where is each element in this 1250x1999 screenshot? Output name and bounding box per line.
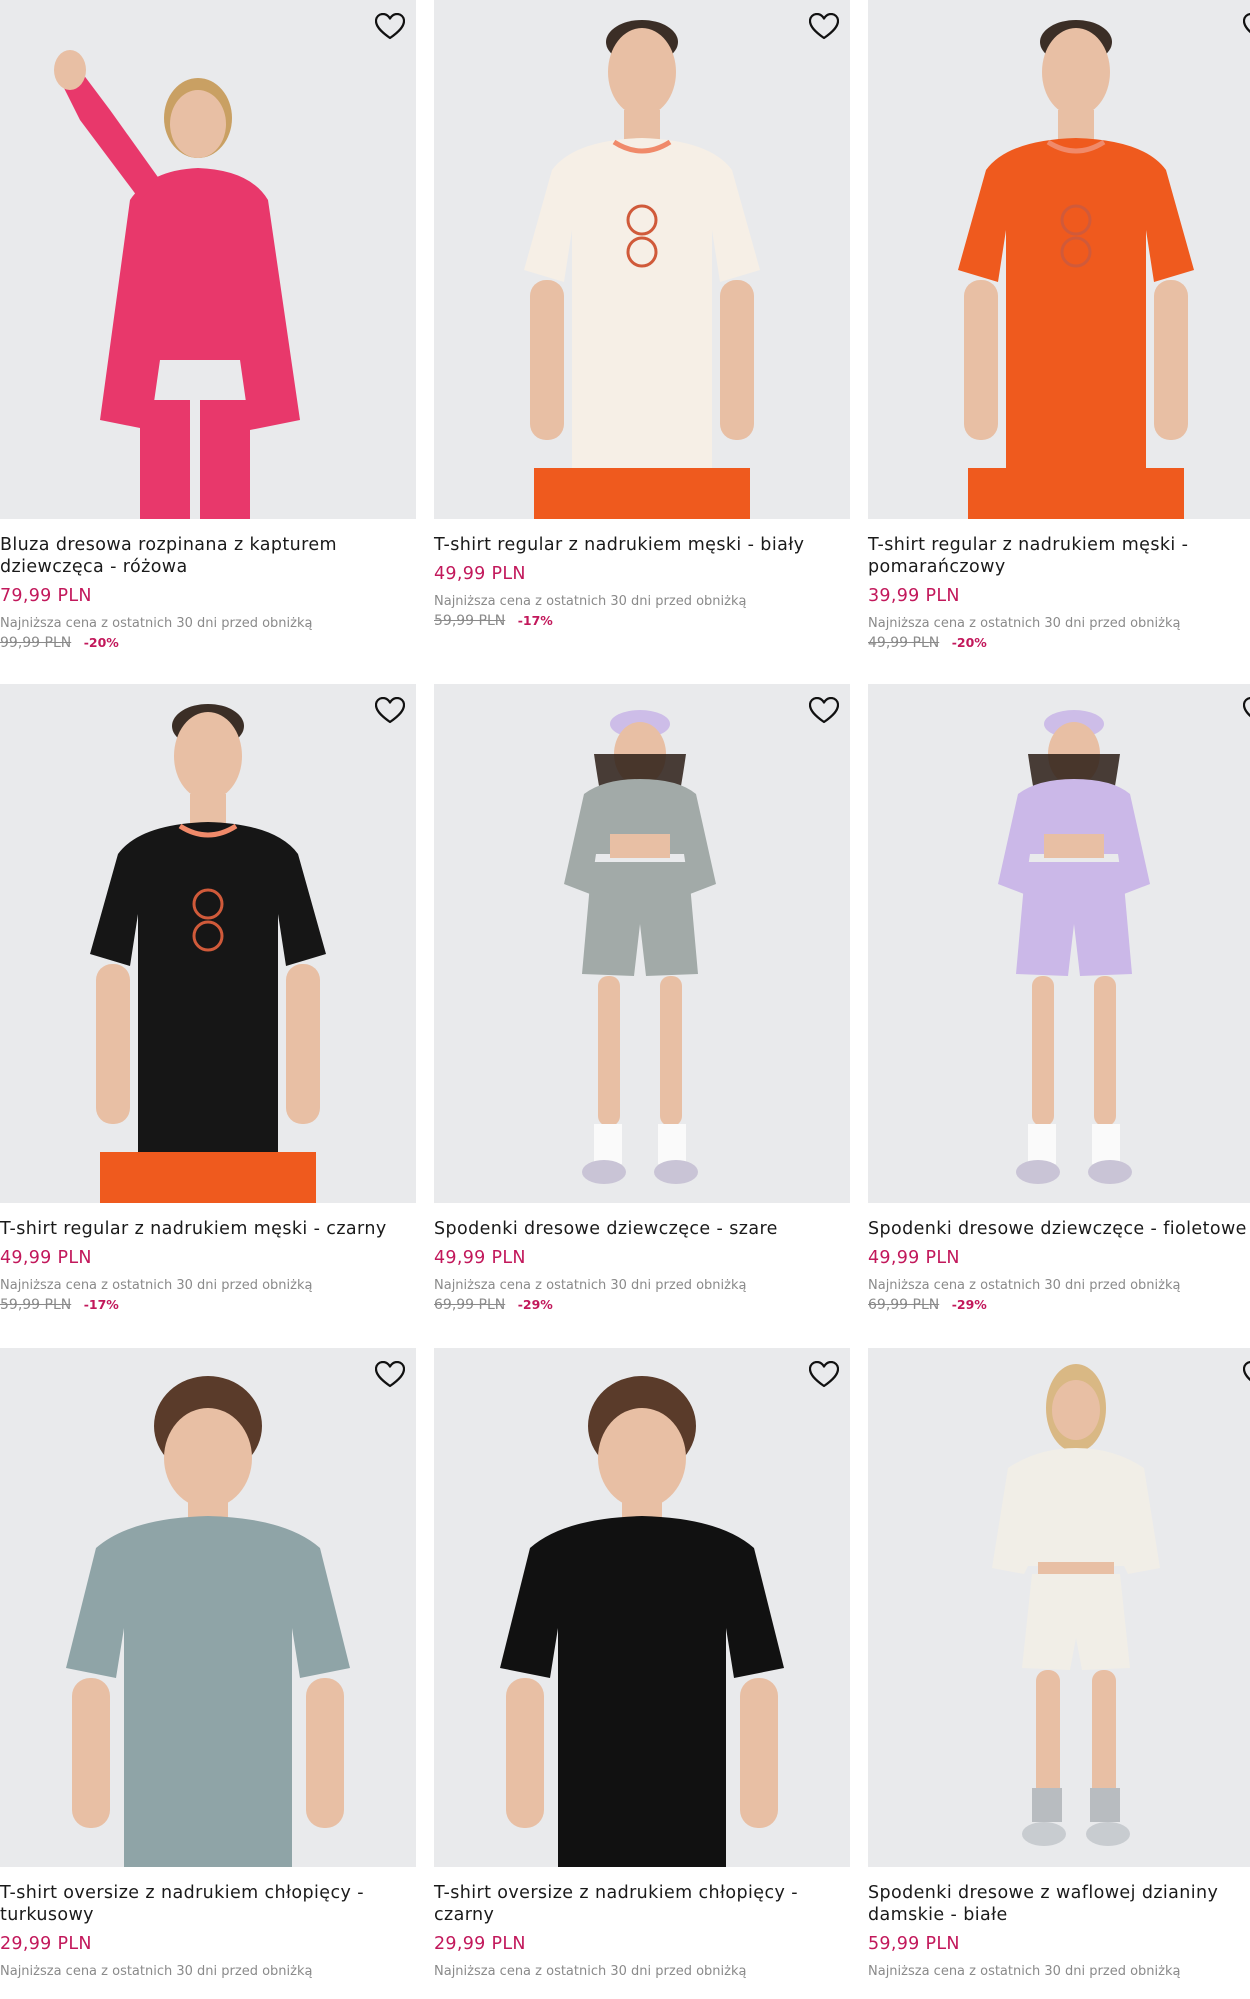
product-price: 29,99 PLN — [0, 1934, 92, 1954]
product-title[interactable]: Spodenki dresowe dziewczęce - szare — [434, 1218, 850, 1240]
old-price: 59,99 PLN — [434, 613, 506, 629]
heart-outline-icon[interactable] — [372, 10, 408, 44]
discount-badge: -29% — [517, 1297, 553, 1312]
old-price: 69,99 PLN — [868, 1297, 940, 1313]
product-card[interactable]: Bluza dresowa rozpinana z kapturem dziew… — [0, 0, 416, 651]
product-price: 59,99 PLN — [868, 1934, 960, 1954]
heart-outline-icon[interactable] — [1240, 10, 1250, 44]
product-card[interactable]: T-shirt oversize z nadrukiem chłopięcy -… — [434, 1348, 850, 1999]
product-price: 49,99 PLN — [434, 1248, 526, 1268]
heart-outline-icon[interactable] — [372, 1358, 408, 1392]
old-price: 59,99 PLN — [0, 1297, 72, 1313]
product-title[interactable]: T-shirt regular z nadrukiem męski - poma… — [868, 534, 1250, 578]
product-image[interactable] — [434, 684, 850, 1203]
lowest-price-label: Najniższa cena z ostatnich 30 dni przed … — [868, 1278, 1181, 1293]
product-card[interactable]: T-shirt regular z nadrukiem męski - poma… — [868, 0, 1250, 651]
product-image[interactable] — [0, 684, 416, 1203]
product-image[interactable] — [868, 0, 1250, 519]
old-price-row: 99,99 PLN -20% — [0, 635, 416, 651]
heart-outline-icon[interactable] — [372, 694, 408, 728]
product-price: 79,99 PLN — [0, 586, 92, 606]
lowest-price-label: Najniższa cena z ostatnich 30 dni przed … — [434, 1964, 747, 1979]
old-price-row — [868, 1983, 1250, 1999]
product-price: 49,99 PLN — [868, 1248, 960, 1268]
heart-outline-icon[interactable] — [806, 694, 842, 728]
product-price: 29,99 PLN — [434, 1934, 526, 1954]
old-price: 99,99 PLN — [0, 635, 72, 651]
product-card[interactable]: Spodenki dresowe z waflowej dzianiny dam… — [868, 1348, 1250, 1999]
lowest-price-label: Najniższa cena z ostatnich 30 dni przed … — [434, 594, 747, 609]
product-title[interactable]: Bluza dresowa rozpinana z kapturem dziew… — [0, 534, 416, 578]
product-price: 49,99 PLN — [434, 564, 526, 584]
product-image[interactable] — [434, 0, 850, 519]
discount-badge: -17% — [83, 1297, 119, 1312]
product-title[interactable]: T-shirt oversize z nadrukiem chłopięcy -… — [0, 1882, 416, 1926]
product-image[interactable] — [0, 1348, 416, 1867]
product-price: 49,99 PLN — [0, 1248, 92, 1268]
product-price: 39,99 PLN — [868, 586, 960, 606]
lowest-price-label: Najniższa cena z ostatnich 30 dni przed … — [0, 616, 313, 631]
old-price-row: 69,99 PLN -29% — [868, 1297, 1250, 1313]
discount-badge: -20% — [951, 635, 987, 650]
old-price-row — [434, 1983, 850, 1999]
heart-outline-icon[interactable] — [806, 1358, 842, 1392]
product-card[interactable]: T-shirt regular z nadrukiem męski - czar… — [0, 684, 416, 1313]
lowest-price-label: Najniższa cena z ostatnich 30 dni przed … — [868, 1964, 1181, 1979]
product-card[interactable]: Spodenki dresowe dziewczęce - szare 49,9… — [434, 684, 850, 1313]
product-title[interactable]: Spodenki dresowe z waflowej dzianiny dam… — [868, 1882, 1250, 1926]
old-price-row: 69,99 PLN -29% — [434, 1297, 850, 1313]
lowest-price-label: Najniższa cena z ostatnich 30 dni przed … — [434, 1278, 747, 1293]
old-price-row — [0, 1983, 416, 1999]
heart-outline-icon[interactable] — [1240, 1358, 1250, 1392]
product-card[interactable]: Spodenki dresowe dziewczęce - fioletowe … — [868, 684, 1250, 1313]
old-price: 49,99 PLN — [868, 635, 940, 651]
old-price-row: 49,99 PLN -20% — [868, 635, 1250, 651]
discount-badge: -17% — [517, 613, 553, 628]
product-title[interactable]: T-shirt oversize z nadrukiem chłopięcy -… — [434, 1882, 850, 1926]
old-price-row: 59,99 PLN -17% — [434, 613, 850, 629]
old-price: 69,99 PLN — [434, 1297, 506, 1313]
product-image[interactable] — [0, 0, 416, 519]
discount-badge: -20% — [83, 635, 119, 650]
old-price-row: 59,99 PLN -17% — [0, 1297, 416, 1313]
product-image[interactable] — [868, 684, 1250, 1203]
heart-outline-icon[interactable] — [806, 10, 842, 44]
lowest-price-label: Najniższa cena z ostatnich 30 dni przed … — [0, 1278, 313, 1293]
heart-outline-icon[interactable] — [1240, 694, 1250, 728]
product-image[interactable] — [434, 1348, 850, 1867]
lowest-price-label: Najniższa cena z ostatnich 30 dni przed … — [868, 616, 1181, 631]
product-title[interactable]: T-shirt regular z nadrukiem męski - czar… — [0, 1218, 416, 1240]
product-title[interactable]: Spodenki dresowe dziewczęce - fioletowe — [868, 1218, 1250, 1240]
discount-badge: -29% — [951, 1297, 987, 1312]
product-card[interactable]: T-shirt regular z nadrukiem męski - biał… — [434, 0, 850, 629]
product-title[interactable]: T-shirt regular z nadrukiem męski - biał… — [434, 534, 850, 556]
product-image[interactable] — [868, 1348, 1250, 1867]
lowest-price-label: Najniższa cena z ostatnich 30 dni przed … — [0, 1964, 313, 1979]
product-card[interactable]: T-shirt oversize z nadrukiem chłopięcy -… — [0, 1348, 416, 1999]
